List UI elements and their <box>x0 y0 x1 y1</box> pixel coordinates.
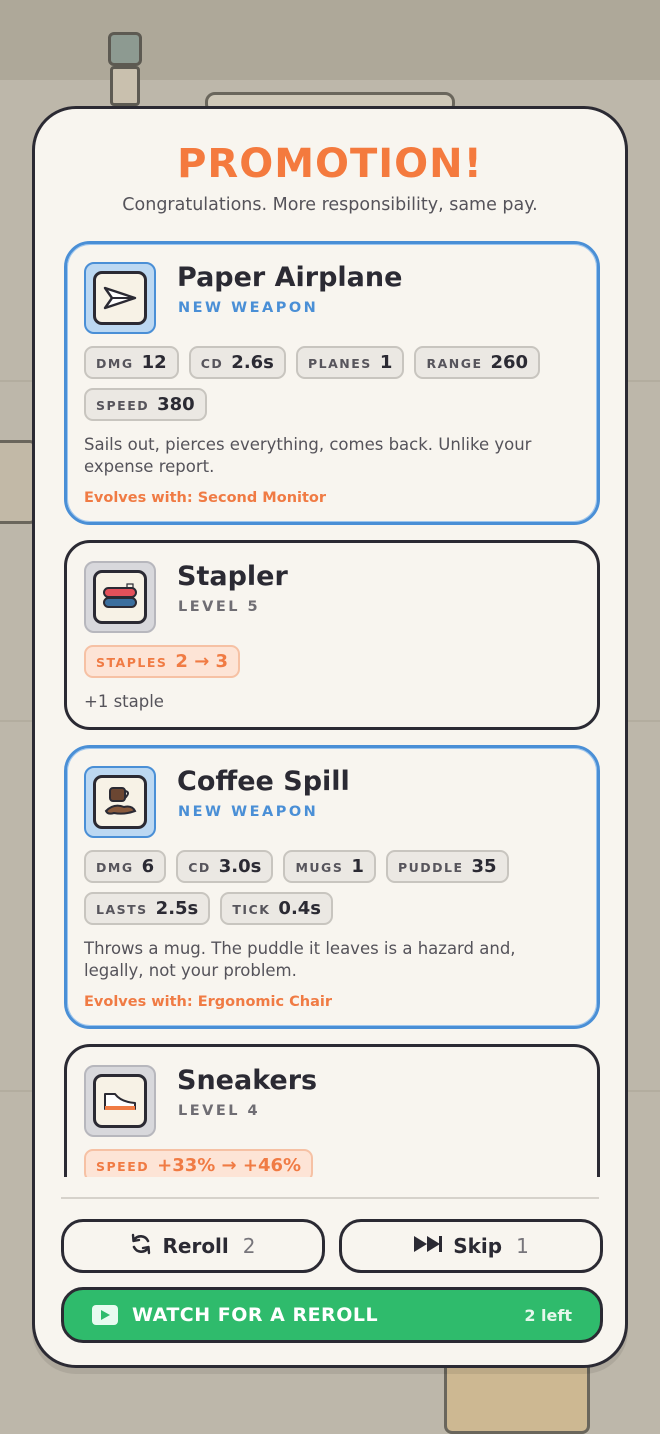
fast-forward-icon <box>413 1234 443 1259</box>
watch-for-reroll-button[interactable]: WATCH FOR A REROLL 2 left <box>61 1287 603 1343</box>
stat-chip: CD 2.6s <box>188 346 286 379</box>
item-name: Paper Airplane <box>177 262 403 293</box>
item-name: Sneakers <box>177 1065 318 1096</box>
skip-count: 1 <box>516 1234 529 1258</box>
upgrade-chip: SPEED +33% → +46% <box>84 1149 314 1177</box>
item-icon-frame <box>84 1065 156 1137</box>
sneaker-icon <box>93 1074 147 1128</box>
stat-chip: DMG 12 <box>84 346 179 379</box>
stat-chips: DMG 6 CD 3.0s MUGS 1 PUDDLE 35 LASTS 2.5s TIC… <box>84 850 564 934</box>
modal-title: PROMOTION! <box>177 141 483 187</box>
upgrade-card-paper-airplane[interactable]: Paper Airplane NEW WEAPON DMG 12 CD 2.6s P… <box>64 241 600 525</box>
item-name: Coffee Spill <box>177 766 350 797</box>
stat-chip: CD 3.0s <box>176 850 274 883</box>
upgrade-card-sneakers[interactable]: Sneakers LEVEL 4 SPEED +33% → +46% <box>64 1044 600 1177</box>
stat-chips: STAPLES 2 → 3 <box>84 645 564 687</box>
item-description: Throws a mug. The puddle it leaves is a … <box>84 939 516 980</box>
reroll-button[interactable]: Reroll 2 <box>61 1219 325 1273</box>
item-tag: NEW WEAPON <box>178 804 319 820</box>
upgrade-choice-list[interactable]: Paper Airplane NEW WEAPON DMG 12 CD 2.6s P… <box>61 239 603 1177</box>
evolve-hint: Evolves with: Ergonomic Chair <box>84 994 332 1010</box>
promotion-modal: PROMOTION! Congratulations. More respons… <box>32 106 628 1368</box>
item-tag: LEVEL 5 <box>178 599 261 615</box>
evolve-hint: Evolves with: Second Monitor <box>84 490 327 506</box>
reroll-icon <box>130 1233 152 1260</box>
video-play-icon <box>92 1305 118 1325</box>
skip-button[interactable]: Skip 1 <box>339 1219 603 1273</box>
stat-chips: DMG 12 CD 2.6s PLANES 1 RANGE 260 SPEED 380 <box>84 346 564 430</box>
item-tag: NEW WEAPON <box>178 300 319 316</box>
reroll-count: 2 <box>242 1234 256 1258</box>
watch-label: WATCH FOR A REROLL <box>132 1304 379 1326</box>
paper-airplane-icon <box>93 271 147 325</box>
item-icon-frame <box>84 561 156 633</box>
stapler-icon <box>93 570 147 624</box>
item-description: +1 staple <box>84 692 164 711</box>
coffee-mug-icon <box>93 775 147 829</box>
stat-chip: MUGS 1 <box>283 850 376 883</box>
filing-cabinet-sprite <box>0 440 36 524</box>
reroll-label: Reroll <box>162 1234 229 1258</box>
rerolls-left-count: 2 left <box>524 1305 572 1325</box>
modal-subtitle: Congratulations. More responsibility, sa… <box>122 195 538 215</box>
upgrade-card-stapler[interactable]: Stapler LEVEL 5 STAPLES 2 → 3 +1 staple <box>64 540 600 730</box>
stat-chip: LASTS 2.5s <box>84 892 211 925</box>
skip-label: Skip <box>453 1234 503 1258</box>
divider <box>61 1197 599 1199</box>
stat-chip: PUDDLE 35 <box>385 850 509 883</box>
upgrade-card-coffee-spill[interactable]: Coffee Spill NEW WEAPON DMG 6 CD 3.0s MUGS… <box>64 745 600 1029</box>
stat-chip: PLANES 1 <box>296 346 405 379</box>
stat-chips: SPEED +33% → +46% <box>84 1149 564 1177</box>
upgrade-chip: STAPLES 2 → 3 <box>84 645 241 678</box>
item-tag: LEVEL 4 <box>178 1103 261 1119</box>
item-name: Stapler <box>177 561 288 592</box>
item-icon-frame <box>84 262 156 334</box>
item-icon-frame <box>84 766 156 838</box>
stat-chip: TICK 0.4s <box>220 892 334 925</box>
water-cooler-sprite <box>108 32 142 66</box>
stat-chip: RANGE 260 <box>414 346 541 379</box>
stat-chip: SPEED 380 <box>84 388 207 421</box>
stat-chip: DMG 6 <box>84 850 167 883</box>
water-cooler-base-sprite <box>110 66 140 106</box>
item-description: Sails out, pierces everything, comes bac… <box>84 435 532 476</box>
